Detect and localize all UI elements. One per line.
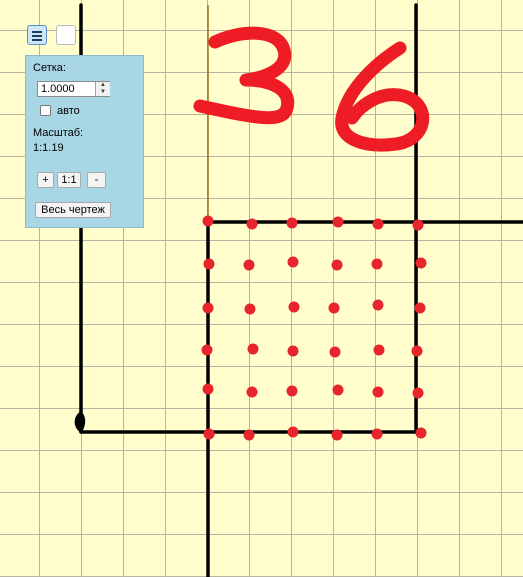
grid-point — [328, 302, 340, 314]
menu-icon-line — [32, 31, 42, 33]
grid-point — [331, 259, 343, 271]
menu-icon-line — [32, 39, 42, 41]
zoom-reset-button[interactable]: 1:1 — [57, 172, 81, 188]
grid-point — [246, 386, 258, 398]
grid-point — [332, 216, 344, 228]
menu-button[interactable] — [27, 25, 47, 45]
grid-step-spinner[interactable]: ▲ ▼ — [95, 82, 110, 96]
grid-point — [372, 386, 384, 398]
auto-checkbox[interactable] — [40, 105, 51, 116]
grid-point — [332, 384, 344, 396]
scale-label: Масштаб: — [33, 127, 84, 139]
settings-panel: Сетка: 1.0000 ▲ ▼ авто Масштаб: 1:1.19 +… — [25, 55, 144, 228]
menu-icon-line — [32, 35, 42, 37]
spin-down-icon[interactable]: ▼ — [96, 89, 110, 96]
grid-point — [247, 343, 259, 355]
line-junction-mark — [74, 411, 86, 433]
grid-point — [371, 258, 383, 270]
grid-point — [414, 302, 426, 314]
grid-point — [244, 303, 256, 315]
grid-point — [286, 385, 298, 397]
zoom-out-button[interactable]: - — [87, 172, 106, 188]
grid-point — [412, 219, 424, 231]
annotation-digit-6 — [335, 41, 429, 152]
grid-point — [203, 428, 215, 440]
grid-point — [243, 259, 255, 271]
grid-label: Сетка: — [33, 62, 66, 74]
grid-point — [201, 344, 213, 356]
point-grid — [201, 215, 427, 441]
grid-point — [203, 258, 215, 270]
grid-point — [412, 387, 424, 399]
grid-point — [415, 257, 427, 269]
handwritten-annotation — [193, 26, 429, 152]
grid-point — [373, 344, 385, 356]
grid-point — [415, 427, 427, 439]
grid-point — [202, 215, 214, 227]
grid-point — [287, 345, 299, 357]
grid-point — [288, 301, 300, 313]
grid-point — [411, 345, 423, 357]
grid-point — [286, 217, 298, 229]
blank-tool-button[interactable] — [56, 25, 76, 45]
scale-value: 1:1.19 — [33, 142, 64, 154]
fit-all-button[interactable]: Весь чертеж — [35, 202, 111, 218]
grid-point — [243, 429, 255, 441]
grid-point — [202, 302, 214, 314]
zoom-in-button[interactable]: + — [37, 172, 54, 188]
grid-point — [246, 218, 258, 230]
grid-point — [372, 218, 384, 230]
grid-point — [287, 426, 299, 438]
annotation-digit-3 — [193, 26, 295, 125]
grid-point — [329, 346, 341, 358]
grid-point — [372, 299, 384, 311]
spin-up-icon[interactable]: ▲ — [96, 82, 110, 89]
grid-point — [331, 429, 343, 441]
auto-label: авто — [57, 105, 80, 117]
grid-point — [202, 383, 214, 395]
grid-point — [287, 256, 299, 268]
grid-point — [371, 428, 383, 440]
